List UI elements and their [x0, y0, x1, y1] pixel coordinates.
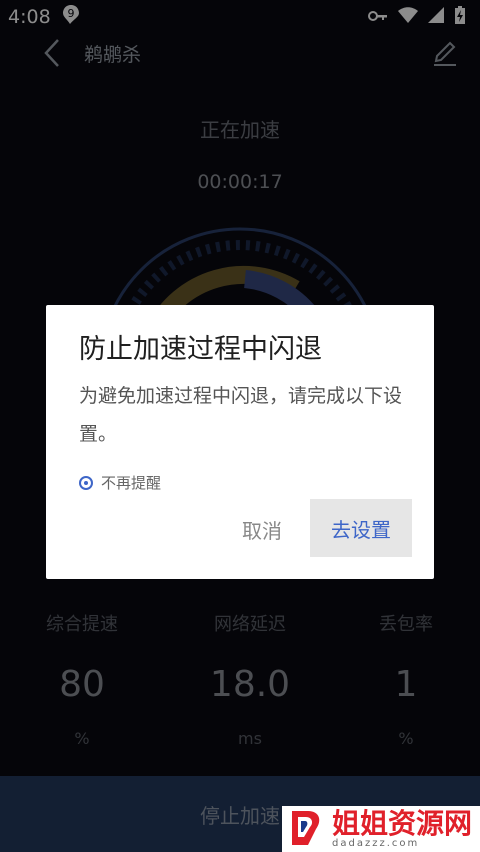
crash-prevention-dialog: 防止加速过程中闪退 为避免加速过程中闪退，请完成以下设置。 不再提醒 取消 去设… — [46, 305, 434, 579]
dont-remind-label: 不再提醒 — [101, 474, 162, 492]
watermark-logo-icon — [288, 807, 324, 851]
go-to-settings-button[interactable]: 去设置 — [310, 499, 412, 557]
cancel-button[interactable]: 取消 — [242, 515, 282, 544]
radio-icon[interactable] — [79, 475, 93, 490]
watermark: 姐姐资源网 dadazzz.com — [282, 806, 480, 852]
watermark-text: 姐姐资源网 — [332, 806, 473, 840]
dont-remind-option[interactable]: 不再提醒 — [79, 472, 161, 493]
dialog-title: 防止加速过程中闪退 — [79, 334, 322, 365]
dialog-message: 为避免加速过程中闪退，请完成以下设置。 — [79, 385, 403, 445]
